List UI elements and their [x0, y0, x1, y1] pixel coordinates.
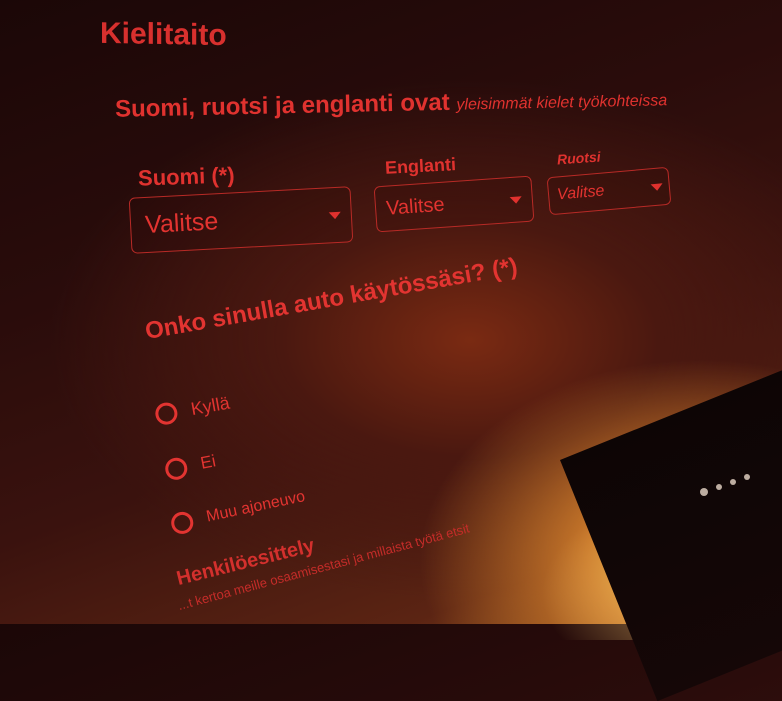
ruotsi-select-value: Valitse [556, 182, 606, 204]
radio-circle-icon [163, 455, 190, 482]
taskbar-icon [730, 479, 736, 485]
subtitle-main: Suomi, ruotsi ja englanti ovat [114, 88, 450, 123]
radio-ei-label: Ei [198, 451, 218, 473]
ruotsi-select[interactable]: Valitse [546, 166, 672, 216]
radio-kylla[interactable]: Kyllä [153, 392, 232, 427]
chevron-down-icon [509, 195, 523, 204]
radio-kylla-label: Kyllä [189, 392, 232, 419]
subtitle-tail: yleisimmät kielet työkohteissa [456, 92, 668, 114]
radio-muu-ajoneuvo-label: Muu ajoneuvo [204, 488, 307, 526]
suomi-select-value: Valitse [144, 206, 219, 239]
radio-ei[interactable]: Ei [163, 450, 218, 482]
taskbar-icon [716, 484, 722, 490]
englanti-select[interactable]: Valitse [373, 175, 535, 233]
englanti-select-value: Valitse [385, 193, 446, 220]
taskbar-icon [744, 474, 750, 480]
ruotsi-label: Ruotsi [556, 148, 602, 168]
suomi-label: Suomi (*) [137, 162, 235, 191]
radio-circle-icon [169, 509, 196, 536]
form-screen: Kielitaito Suomi, ruotsi ja englanti ova… [0, 0, 782, 701]
radio-muu-ajoneuvo[interactable]: Muu ajoneuvo [169, 486, 307, 536]
suomi-select[interactable]: Valitse [128, 186, 354, 254]
chevron-down-icon [650, 182, 664, 191]
car-question: Onko sinulla auto käytössäsi? (*) [143, 252, 520, 346]
radio-circle-icon [153, 400, 180, 427]
monitor-bezel [560, 310, 782, 701]
section-title: Kielitaito [100, 16, 227, 53]
englanti-label: Englanti [384, 154, 457, 178]
section-subtitle: Suomi, ruotsi ja englanti ovat yleisimmä… [115, 84, 668, 124]
taskbar-icon [700, 488, 708, 496]
chevron-down-icon [328, 211, 342, 219]
